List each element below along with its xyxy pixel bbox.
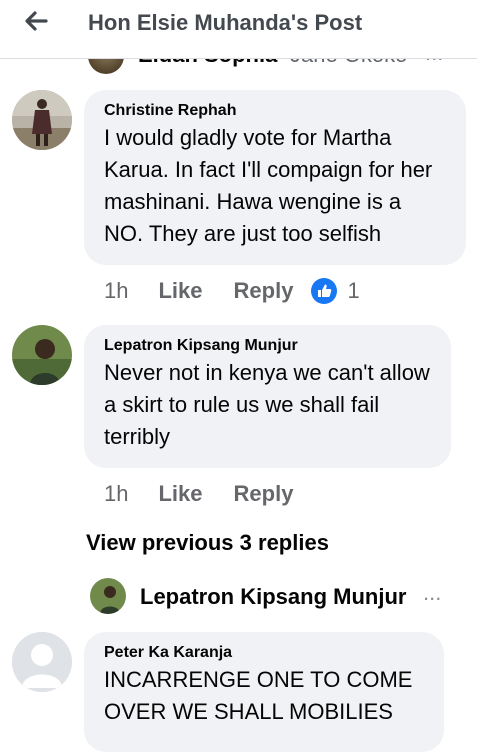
comment-time: 1h	[104, 278, 129, 303]
like-button[interactable]: Like	[158, 278, 202, 304]
default-avatar-icon	[12, 632, 72, 692]
comment-actions: 1h Like Reply	[104, 479, 293, 509]
back-arrow-icon[interactable]	[22, 7, 50, 35]
comment-bubble[interactable]: Lepatron Kipsang Munjur Never not in ken…	[84, 325, 451, 468]
reply-author: Lepatron Kipsang Munjur	[140, 584, 407, 609]
comment-bubble[interactable]: Christine Rephah I would gladly vote for…	[84, 90, 466, 265]
reply-button[interactable]: Reply	[234, 278, 294, 304]
comment-text: Never not in kenya we can't allow a skir…	[104, 360, 430, 449]
avatar-photo	[12, 325, 72, 385]
reply-button[interactable]: Reply	[234, 481, 294, 507]
like-reaction-icon[interactable]	[311, 278, 338, 304]
view-previous-replies-link[interactable]: View previous 3 replies	[86, 530, 329, 556]
comment-bubble[interactable]: Peter Ka Karanja INCARRENGE ONE TO COME …	[84, 632, 444, 752]
comment-text: INCARRENGE ONE TO COME OVER WE SHALL MOB…	[104, 667, 413, 724]
comment-author[interactable]: Peter Ka Karanja	[104, 644, 424, 662]
avatar[interactable]	[12, 325, 72, 385]
more-indicator: ...	[423, 580, 442, 605]
page-title: Hon Elsie Muhanda's Post	[88, 10, 363, 35]
comment-actions: 1h Like Reply 1	[104, 276, 360, 306]
like-button[interactable]: Like	[158, 481, 202, 507]
avatar-photo	[12, 90, 72, 150]
avatar-photo	[90, 578, 126, 614]
comment-text: I would gladly vote for Martha Karua. In…	[104, 125, 433, 246]
comment-author[interactable]: Christine Rephah	[104, 102, 446, 120]
reaction-count: 1	[347, 278, 360, 303]
top-bar: Hon Elsie Muhanda's Post	[0, 0, 477, 59]
avatar[interactable]	[12, 632, 72, 692]
reply-summary-row[interactable]: Lepatron Kipsang Munjur ...	[90, 578, 477, 618]
comment-author[interactable]: Lepatron Kipsang Munjur	[104, 337, 431, 355]
avatar	[90, 578, 126, 614]
avatar[interactable]	[12, 90, 72, 150]
comment-time: 1h	[104, 481, 129, 506]
